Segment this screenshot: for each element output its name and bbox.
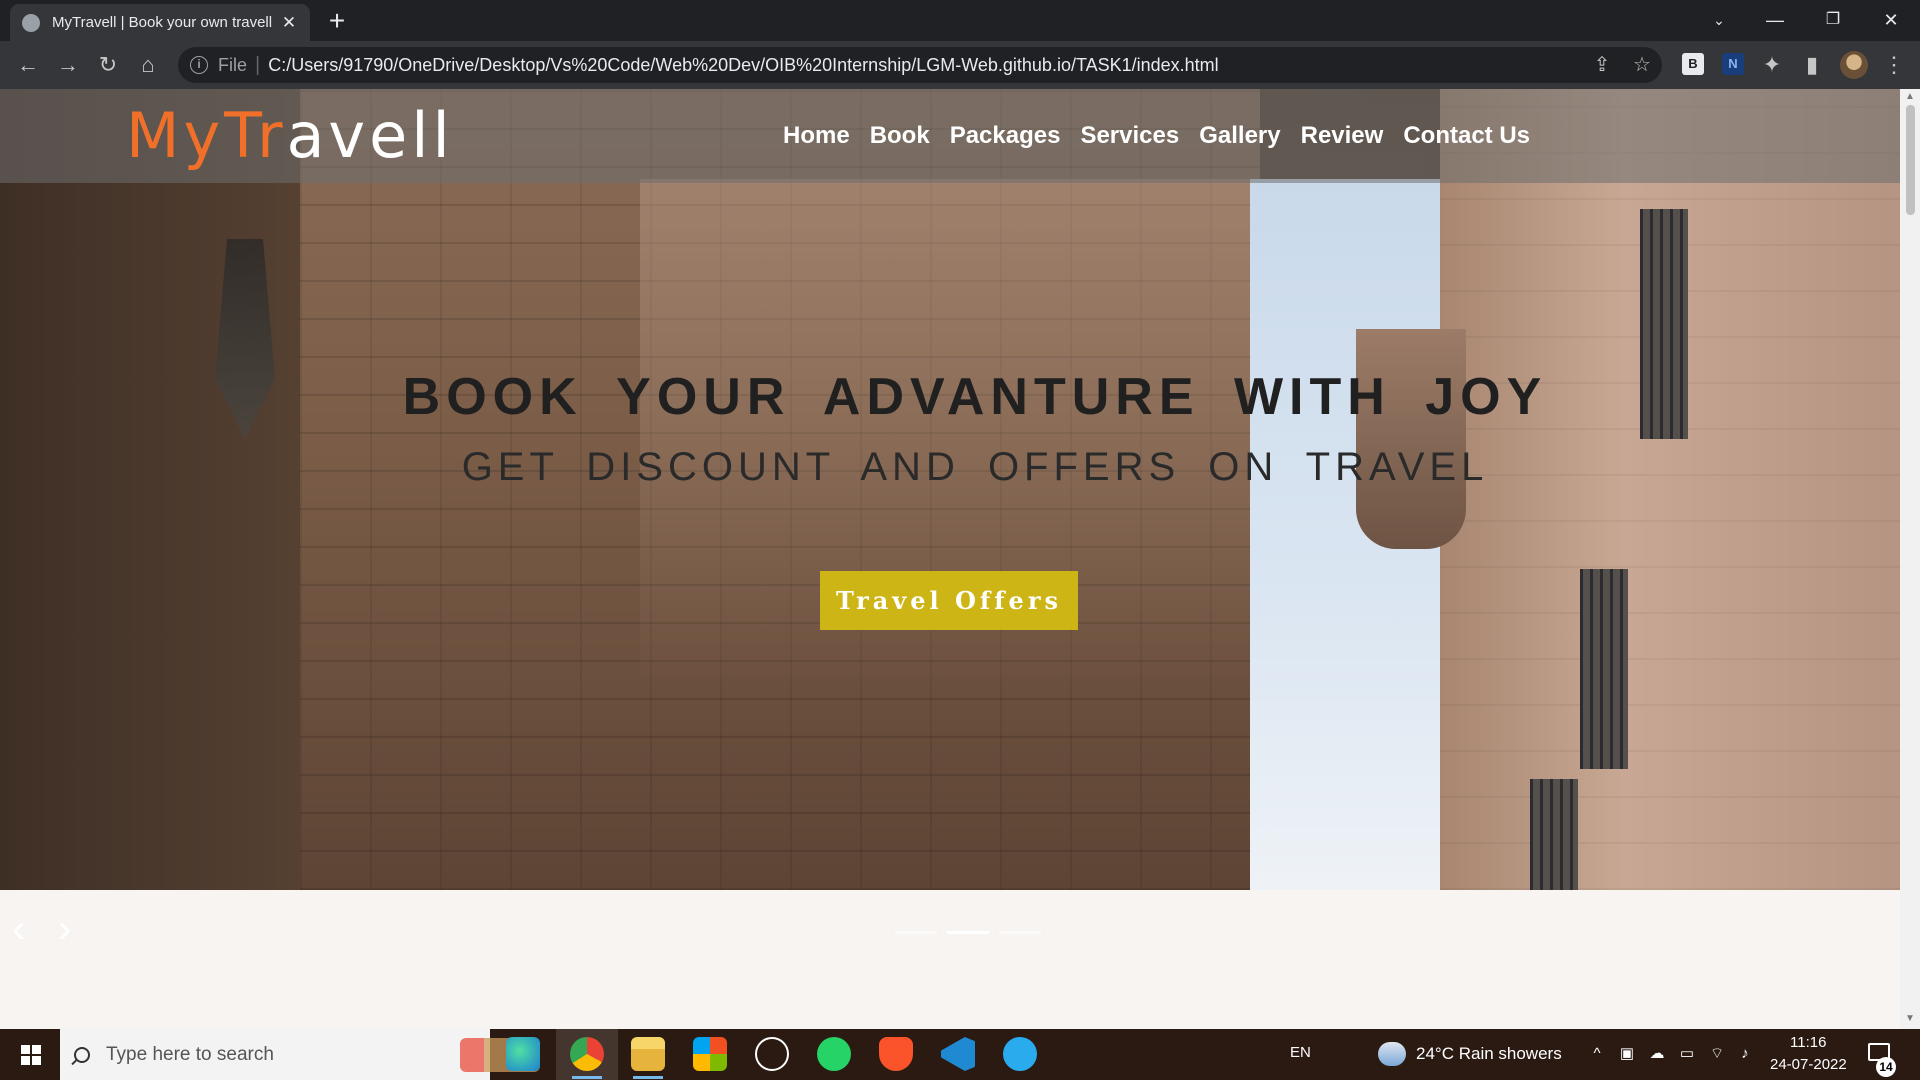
address-separator: |	[255, 53, 261, 76]
weather-text[interactable]: 24°C Rain showers	[1416, 1044, 1562, 1064]
close-window-button[interactable]: ✕	[1868, 4, 1914, 36]
travel-offers-button[interactable]: Travel Offers	[820, 571, 1078, 630]
reload-button[interactable]: ↻	[92, 49, 124, 81]
meet-now-icon[interactable]: ▣	[1618, 1045, 1636, 1063]
browser-tab-strip: MyTravell | Book your own travell ✕ + ⌄ …	[0, 0, 1920, 41]
restore-button[interactable]: ❐	[1810, 4, 1856, 36]
back-button[interactable]: ←	[12, 49, 44, 81]
browser-tab[interactable]: MyTravell | Book your own travell ✕	[10, 4, 310, 41]
carousel-indicator[interactable]	[999, 931, 1041, 934]
wifi-icon[interactable]: ⌔	[1708, 1045, 1726, 1063]
clock-date[interactable]: 24-07-2022	[1770, 1056, 1847, 1073]
bookmark-star-icon[interactable]: ☆	[1626, 49, 1658, 81]
tab-title: MyTravell | Book your own travell	[52, 14, 272, 31]
menu-kebab-icon[interactable]: ⋮	[1878, 49, 1910, 81]
close-tab-icon[interactable]: ✕	[280, 13, 298, 33]
notification-count-badge: 14	[1876, 1057, 1896, 1077]
edge-icon[interactable]	[506, 1037, 540, 1071]
logo-text-orange: MyTr	[126, 99, 287, 172]
scheme-label: File	[218, 54, 248, 75]
nav-links: Home Book Packages Services Gallery Revi…	[783, 117, 1530, 155]
hero-bg-window	[1530, 779, 1578, 890]
file-explorer-icon[interactable]	[631, 1037, 665, 1079]
carousel-next-arrow-icon[interactable]: ›	[58, 909, 71, 949]
volume-icon[interactable]: ♪	[1736, 1045, 1754, 1063]
windows-taskbar: Type here to search EN 24°C Rain showers…	[0, 1029, 1920, 1080]
site-navbar: MyTravell Home Book Packages Services Ga…	[0, 89, 1900, 183]
search-icon	[74, 1046, 90, 1063]
nav-link-gallery[interactable]: Gallery	[1199, 117, 1280, 155]
forward-button[interactable]: →	[52, 49, 84, 81]
site-logo[interactable]: MyTravell	[126, 101, 454, 171]
tray-chevron-up-icon[interactable]: ^	[1588, 1045, 1606, 1063]
page-scrollbar[interactable]: ▲ ▼	[1900, 89, 1920, 1029]
home-button[interactable]: ⌂	[132, 49, 164, 81]
taskbar-search-placeholder: Type here to search	[106, 1043, 274, 1065]
hero-slide: BOOK YOUR ADVANTURE WITH JOY GET DISCOUN…	[0, 89, 1900, 890]
address-bar[interactable]: i File | C:/Users/91790/OneDrive/Desktop…	[178, 47, 1662, 83]
dell-icon[interactable]	[755, 1037, 789, 1071]
carousel-indicator[interactable]	[947, 931, 989, 934]
clock-time[interactable]: 11:16	[1790, 1034, 1826, 1051]
tab-search-chevron-icon[interactable]: ⌄	[1696, 4, 1742, 36]
hero-bg-balcony	[1356, 329, 1466, 549]
vscode-icon[interactable]	[941, 1037, 975, 1071]
whatsapp-icon[interactable]	[817, 1037, 851, 1071]
globe-icon	[22, 13, 40, 32]
share-icon[interactable]: ⇪	[1586, 49, 1618, 81]
nav-link-review[interactable]: Review	[1301, 117, 1384, 155]
page-viewport: BOOK YOUR ADVANTURE WITH JOY GET DISCOUN…	[0, 89, 1900, 1029]
nav-link-contact-us[interactable]: Contact Us	[1403, 117, 1530, 155]
battery-icon[interactable]: ▭	[1678, 1045, 1696, 1063]
extension-b-icon[interactable]: B	[1682, 53, 1704, 75]
profile-avatar[interactable]	[1840, 51, 1868, 79]
nav-link-book[interactable]: Book	[870, 117, 930, 155]
nav-link-home[interactable]: Home	[783, 117, 850, 155]
hero-bg-window	[1580, 569, 1628, 769]
language-indicator[interactable]: EN	[1290, 1044, 1311, 1061]
scroll-down-arrow-icon[interactable]: ▼	[1904, 1013, 1916, 1024]
minimize-button[interactable]: —	[1752, 4, 1798, 36]
scroll-up-arrow-icon[interactable]: ▲	[1904, 91, 1916, 102]
chrome-icon[interactable]	[570, 1037, 604, 1079]
scroll-thumb[interactable]	[1906, 105, 1915, 215]
store-icon[interactable]	[693, 1037, 727, 1071]
windows-logo-icon	[21, 1045, 41, 1065]
nav-link-services[interactable]: Services	[1080, 117, 1179, 155]
brave-icon[interactable]	[879, 1037, 913, 1071]
info-icon[interactable]: i	[190, 56, 208, 74]
extensions-puzzle-icon[interactable]: ✦	[1756, 49, 1788, 81]
carousel-prev-arrow-icon[interactable]: ‹	[12, 909, 25, 949]
onedrive-icon[interactable]: ☁	[1648, 1045, 1666, 1063]
carousel-indicator[interactable]	[895, 931, 937, 934]
telegram-icon[interactable]	[1003, 1037, 1037, 1071]
nav-link-packages[interactable]: Packages	[950, 117, 1061, 155]
start-button[interactable]	[0, 1029, 60, 1080]
url-text[interactable]: C:/Users/91790/OneDrive/Desktop/Vs%20Cod…	[268, 55, 1218, 76]
new-tab-button[interactable]: +	[320, 5, 354, 39]
hero-headline: BOOK YOUR ADVANTURE WITH JOY	[402, 368, 1548, 426]
weather-rain-icon[interactable]	[1378, 1042, 1406, 1066]
logo-text-white: avell	[286, 99, 454, 172]
taskbar-search[interactable]: Type here to search	[60, 1029, 540, 1080]
hero-subheadline: GET DISCOUNT AND OFFERS ON TRAVEL	[461, 445, 1489, 489]
extension-n-icon[interactable]: N	[1722, 53, 1744, 75]
browser-toolbar: ← → ↻ ⌂ i File | C:/Users/91790/OneDrive…	[0, 41, 1920, 89]
side-panel-icon[interactable]: ▮	[1796, 49, 1828, 81]
